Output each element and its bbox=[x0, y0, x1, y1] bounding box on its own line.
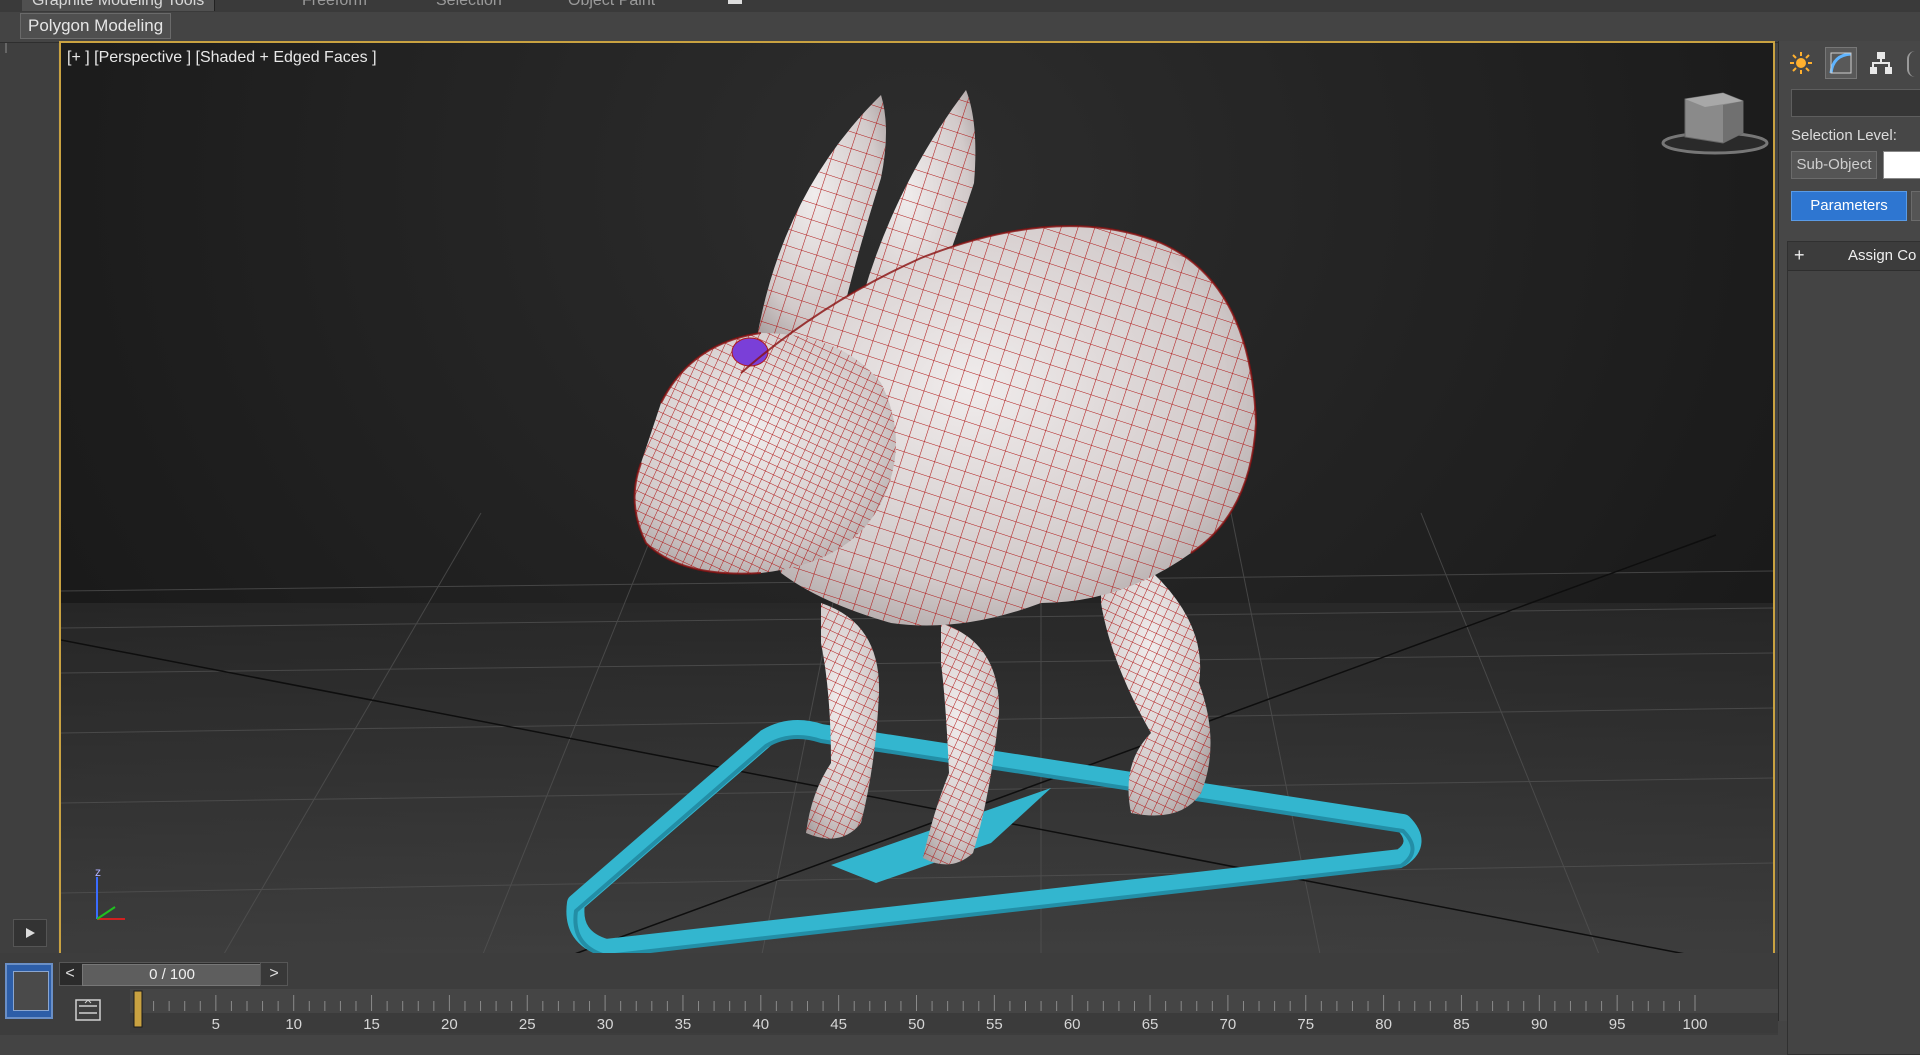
play-icon bbox=[26, 928, 35, 938]
trackbar-tick-label: 75 bbox=[1297, 1016, 1314, 1033]
command-panel: Selection Level: Sub-Object Parameters +… bbox=[1778, 41, 1920, 1055]
viewport-label[interactable]: [+ ] [Perspective ] [Shaded + Edged Face… bbox=[67, 49, 377, 67]
rollout-title: Assign Co bbox=[1848, 247, 1917, 264]
trackbar-tick-label: 40 bbox=[752, 1016, 769, 1033]
trackbar-tick-label: 85 bbox=[1453, 1016, 1470, 1033]
trackbar-tick-label: 30 bbox=[597, 1016, 614, 1033]
trackbar-ruler[interactable]: 5 10 15 20 25 30 35 40 45 50 55 60 65 70 75 80 85 90 95 100 bbox=[130, 989, 1778, 1033]
left-toolbar-strip bbox=[0, 43, 58, 953]
trackbar-tick-label: 5 bbox=[212, 1016, 220, 1033]
sub-object-dropdown[interactable] bbox=[1883, 151, 1920, 179]
trackbar-tick-label: 15 bbox=[363, 1016, 380, 1033]
key-filters-icon[interactable] bbox=[68, 993, 108, 1027]
trackbar-tick-label: 45 bbox=[830, 1016, 847, 1033]
tab-selection[interactable]: Selection bbox=[436, 0, 502, 11]
time-slider-prev-button[interactable]: < bbox=[60, 963, 80, 985]
trackbar-tick-label: 50 bbox=[908, 1016, 925, 1033]
trackbar-bg bbox=[130, 989, 1778, 1013]
perspective-viewport[interactable]: z [+ ] [Perspective ] [Shaded + Edged Fa… bbox=[59, 41, 1775, 961]
tab-freeform[interactable]: Freeform bbox=[302, 0, 367, 11]
polygon-modeling-button[interactable]: Polygon Modeling bbox=[20, 13, 172, 39]
time-slider-thumb[interactable]: 0 / 100 bbox=[82, 964, 262, 986]
assign-controller-rollout: + Assign Co bbox=[1787, 241, 1920, 1055]
next-tab-button[interactable] bbox=[1911, 191, 1920, 221]
ribbon-minimize-icon[interactable] bbox=[728, 0, 742, 4]
mini-viewport-frame bbox=[13, 971, 49, 1011]
trackbar[interactable]: 5 10 15 20 25 30 35 40 45 50 55 60 65 70 75 80 85 90 95 100 bbox=[130, 989, 1778, 1033]
sun-light-icon[interactable] bbox=[1785, 47, 1817, 79]
trackbar-tick-label: 20 bbox=[441, 1016, 458, 1033]
viewport-scene[interactable]: z bbox=[61, 43, 1773, 959]
trackbar-tick-label: 25 bbox=[519, 1016, 536, 1033]
trackbar-tick-label: 55 bbox=[986, 1016, 1003, 1033]
object-name-field[interactable] bbox=[1791, 89, 1920, 117]
trackbar-tick-label: 100 bbox=[1682, 1016, 1707, 1033]
rollout-header[interactable]: + Assign Co bbox=[1788, 242, 1920, 271]
rabbit-eye bbox=[731, 337, 769, 367]
trackbar-tick-label: 90 bbox=[1531, 1016, 1548, 1033]
parameters-button[interactable]: Parameters bbox=[1791, 191, 1907, 221]
hierarchy-icon[interactable] bbox=[1865, 47, 1897, 79]
tab-graphite-modeling-tools[interactable]: Graphite Modeling Tools bbox=[22, 0, 216, 11]
trackbar-tick-label: 35 bbox=[675, 1016, 692, 1033]
axis-z-label: z bbox=[95, 865, 101, 879]
viewcube-icon[interactable] bbox=[1661, 92, 1769, 155]
trackbar-tick-label: 95 bbox=[1609, 1016, 1626, 1033]
time-slider[interactable]: < 0 / 100 bbox=[59, 962, 287, 986]
mini-viewport-button[interactable] bbox=[5, 963, 53, 1019]
sub-object-button[interactable]: Sub-Object bbox=[1791, 151, 1877, 179]
selection-level-label: Selection Level: bbox=[1791, 127, 1897, 144]
trackbar-tick-label: 65 bbox=[1142, 1016, 1159, 1033]
more-tabs-icon[interactable] bbox=[1907, 51, 1920, 77]
trackbar-tick-label: 80 bbox=[1375, 1016, 1392, 1033]
play-button[interactable] bbox=[13, 919, 47, 947]
timeline-area: < 0 / 100 > 5 10 15 20 25 30 35 40 45 50 55 60 65 70 7… bbox=[0, 953, 1778, 1035]
modify-curve-icon[interactable] bbox=[1825, 47, 1857, 79]
strip-divider bbox=[5, 43, 7, 53]
trackbar-tick-label: 60 bbox=[1064, 1016, 1081, 1033]
tab-object-paint[interactable]: Object Paint bbox=[568, 0, 655, 11]
trackbar-tick-label: 10 bbox=[285, 1016, 302, 1033]
rollout-expand-icon[interactable]: + bbox=[1794, 245, 1805, 266]
trackbar-tick-label: 70 bbox=[1220, 1016, 1237, 1033]
time-slider-next-button[interactable]: > bbox=[260, 962, 288, 986]
ribbon-panel bbox=[0, 12, 1920, 43]
current-frame-marker[interactable] bbox=[133, 990, 143, 1028]
